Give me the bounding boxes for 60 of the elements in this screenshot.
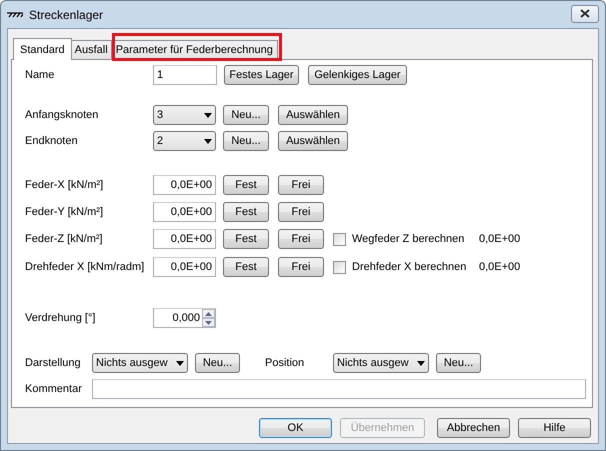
close-icon [580, 9, 590, 18]
close-button[interactable] [571, 4, 599, 22]
field-label: Darstellung [25, 357, 82, 369]
dialog-button[interactable]: Hilfe [518, 418, 591, 438]
checkbox[interactable] [333, 232, 346, 246]
tab[interactable]: Ausfall [70, 40, 113, 59]
field-label: Anfangsknoten [25, 109, 100, 121]
caret-icon [417, 360, 425, 366]
caret-icon [204, 138, 212, 144]
select-button[interactable]: Auswählen [278, 131, 348, 151]
field-label: Feder-Y [kN/m²] [25, 206, 104, 218]
dialog-button[interactable]: OK [259, 418, 332, 438]
field-label: Verdrehung [°] [25, 312, 96, 324]
tab[interactable]: Parameter für Federberechnung [110, 40, 278, 59]
new-button[interactable]: Neu... [223, 131, 269, 151]
new-button[interactable]: Neu... [436, 353, 481, 373]
hinged-support-button[interactable]: Gelenkiges Lager [308, 65, 407, 85]
computed-value: 0,0E+00 [479, 261, 520, 273]
caret-icon [204, 112, 212, 118]
new-button[interactable]: Neu... [223, 105, 269, 125]
select-button[interactable]: Auswählen [278, 105, 348, 125]
fixed-support-button[interactable]: Festes Lager [224, 65, 299, 85]
free-button[interactable]: Frei [278, 257, 324, 277]
fixed-button[interactable]: Fest [223, 175, 269, 195]
spin-up-icon [205, 312, 212, 316]
caret-icon [176, 360, 184, 366]
comment-field[interactable] [92, 379, 586, 399]
spring-value-field[interactable]: 0,0E+00 [153, 175, 216, 195]
free-button[interactable]: Frei [278, 202, 324, 222]
dialog-button[interactable]: Abbrechen [437, 418, 510, 438]
checkbox-label: Drehfeder X berechnen [352, 261, 468, 273]
field-label: Kommentar [25, 383, 83, 395]
fixed-button[interactable]: Fest [223, 202, 269, 222]
field-label: Drehfeder X [kNm/radm] [25, 261, 146, 273]
free-button[interactable]: Frei [278, 175, 324, 195]
style-dropdown[interactable]: Nichts ausgew [92, 353, 188, 373]
computed-value: 0,0E+00 [479, 233, 520, 245]
checkbox[interactable] [333, 260, 346, 274]
fixed-button[interactable]: Fest [223, 257, 269, 277]
spin-down-icon [205, 320, 212, 324]
new-button[interactable]: Neu... [195, 353, 240, 373]
node-dropdown[interactable]: 3 [153, 105, 216, 125]
checkbox-label: Wegfeder Z berechnen [352, 233, 466, 245]
window-title: Streckenlager [29, 8, 104, 22]
spring-value-field[interactable]: 0,0E+00 [153, 257, 216, 277]
node-dropdown[interactable]: 2 [153, 131, 216, 151]
field-label: Name [25, 69, 56, 81]
field-label: Position [265, 357, 306, 369]
field-label: Feder-X [kN/m²] [25, 179, 104, 191]
spring-value-field[interactable]: 0,0E+00 [153, 229, 216, 249]
style-dropdown[interactable]: Nichts ausgew [333, 353, 429, 373]
field-label: Endknoten [25, 135, 79, 147]
fixed-button[interactable]: Fest [223, 229, 269, 249]
tab[interactable]: Standard [13, 38, 72, 60]
rotation-spinbox[interactable]: 0,000 [153, 308, 216, 328]
support-icon [7, 12, 23, 18]
spring-value-field[interactable]: 0,0E+00 [153, 202, 216, 222]
free-button[interactable]: Frei [278, 229, 324, 249]
name-field[interactable]: 1 [153, 65, 217, 85]
field-label: Feder-Z [kN/m²] [25, 233, 104, 245]
